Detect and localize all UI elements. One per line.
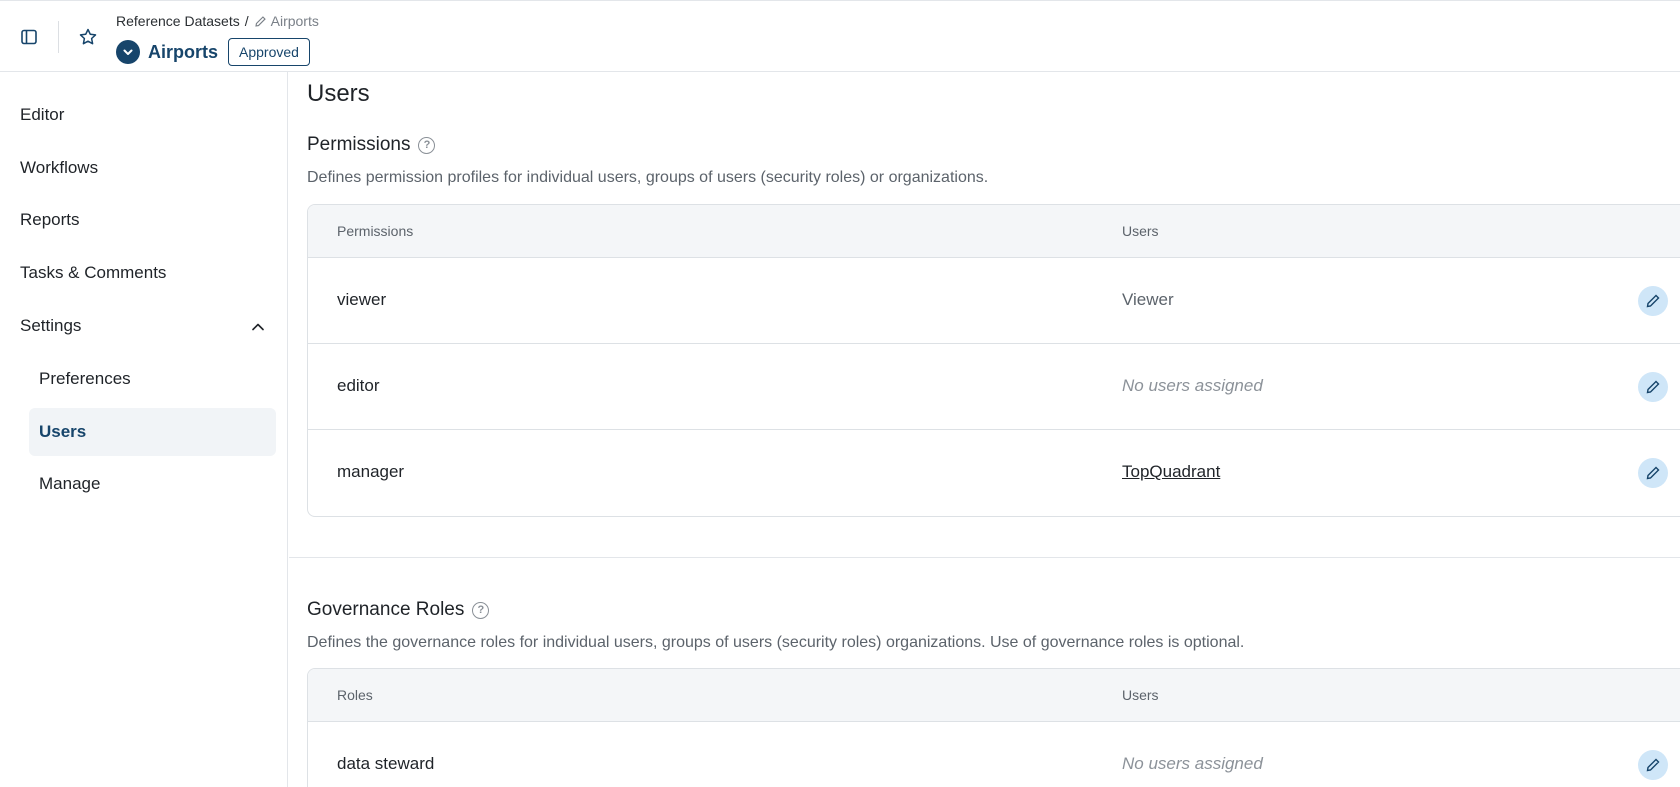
role-name: data steward [337, 754, 435, 773]
page-title: Users [307, 80, 370, 107]
breadcrumb-separator: / [244, 13, 249, 29]
chevron-up-icon[interactable] [248, 317, 268, 337]
breadcrumb-current: Airports [254, 13, 319, 29]
pencil-icon [1646, 758, 1660, 772]
sidebar-item-users[interactable]: Users [29, 408, 276, 456]
sidebar-item-tasks-comments[interactable]: Tasks & Comments [20, 261, 166, 285]
permission-users-link[interactable]: TopQuadrant [1122, 462, 1220, 482]
governance-section-title: Governance Roles ? [307, 599, 490, 621]
edit-button[interactable] [1638, 372, 1668, 402]
main-content: Users Permissions ? Defines permission p… [289, 72, 1680, 787]
table-row: manager TopQuadrant [308, 430, 1680, 516]
header-divider [58, 21, 59, 53]
asset-title: Airports [148, 41, 219, 62]
pencil-icon [1646, 294, 1660, 308]
governance-title: Governance Roles [307, 599, 465, 620]
role-users: No users assigned [1122, 754, 1263, 773]
permission-name: editor [337, 376, 380, 395]
sidebar-item-settings[interactable]: Settings [20, 314, 81, 338]
section-divider [289, 557, 1680, 558]
column-header-users: Users [1122, 687, 1159, 703]
favorite-star-icon[interactable] [76, 25, 100, 49]
permission-name: manager [337, 462, 405, 481]
table-row: viewer Viewer [308, 258, 1680, 344]
sidebar-item-editor[interactable]: Editor [20, 103, 64, 127]
permissions-description: Defines permission profiles for individu… [307, 169, 989, 186]
sidebar-item-reports[interactable]: Reports [20, 208, 80, 232]
pencil-icon [254, 15, 266, 27]
column-header-permissions: Permissions [337, 223, 414, 239]
title-row: Airports Approved [116, 38, 310, 66]
permissions-table: Permissions Users viewer Viewer editor N… [307, 204, 1680, 517]
governance-description: Defines the governance roles for individ… [307, 634, 1245, 651]
edit-button[interactable] [1638, 286, 1668, 316]
governance-table: Roles Users data steward No users assign… [307, 668, 1680, 787]
table-row: data steward No users assigned [308, 722, 1680, 787]
sidebar-item-preferences[interactable]: Preferences [29, 355, 276, 403]
breadcrumb-current-label: Airports [270, 13, 319, 29]
permission-users: No users assigned [1122, 376, 1263, 395]
permissions-section-title: Permissions ? [307, 134, 436, 156]
permission-name: viewer [337, 290, 387, 309]
edit-button[interactable] [1638, 458, 1668, 488]
breadcrumb-parent[interactable]: Reference Datasets [116, 13, 240, 29]
column-header-users: Users [1122, 223, 1159, 239]
permissions-title: Permissions [307, 134, 411, 155]
help-icon[interactable]: ? [472, 601, 490, 619]
edit-button[interactable] [1638, 750, 1668, 780]
table-row: editor No users assigned [308, 344, 1680, 430]
pencil-icon [1646, 380, 1660, 394]
sidebar: Editor Workflows Reports Tasks & Comment… [0, 72, 288, 787]
top-header: Reference Datasets / Airports Airports A… [0, 0, 1680, 72]
table-header: Roles Users [308, 669, 1680, 722]
chevron-down-icon[interactable] [116, 40, 140, 64]
permission-users: Viewer [1122, 290, 1174, 309]
sidebar-item-manage[interactable]: Manage [29, 460, 276, 508]
help-icon[interactable]: ? [418, 136, 436, 154]
sidebar-toggle-icon[interactable] [17, 25, 41, 49]
breadcrumb: Reference Datasets / Airports [116, 13, 319, 29]
status-badge: Approved [228, 38, 310, 66]
column-header-roles: Roles [337, 687, 373, 703]
sidebar-item-workflows[interactable]: Workflows [20, 156, 98, 180]
pencil-icon [1646, 466, 1660, 480]
table-header: Permissions Users [308, 205, 1680, 258]
